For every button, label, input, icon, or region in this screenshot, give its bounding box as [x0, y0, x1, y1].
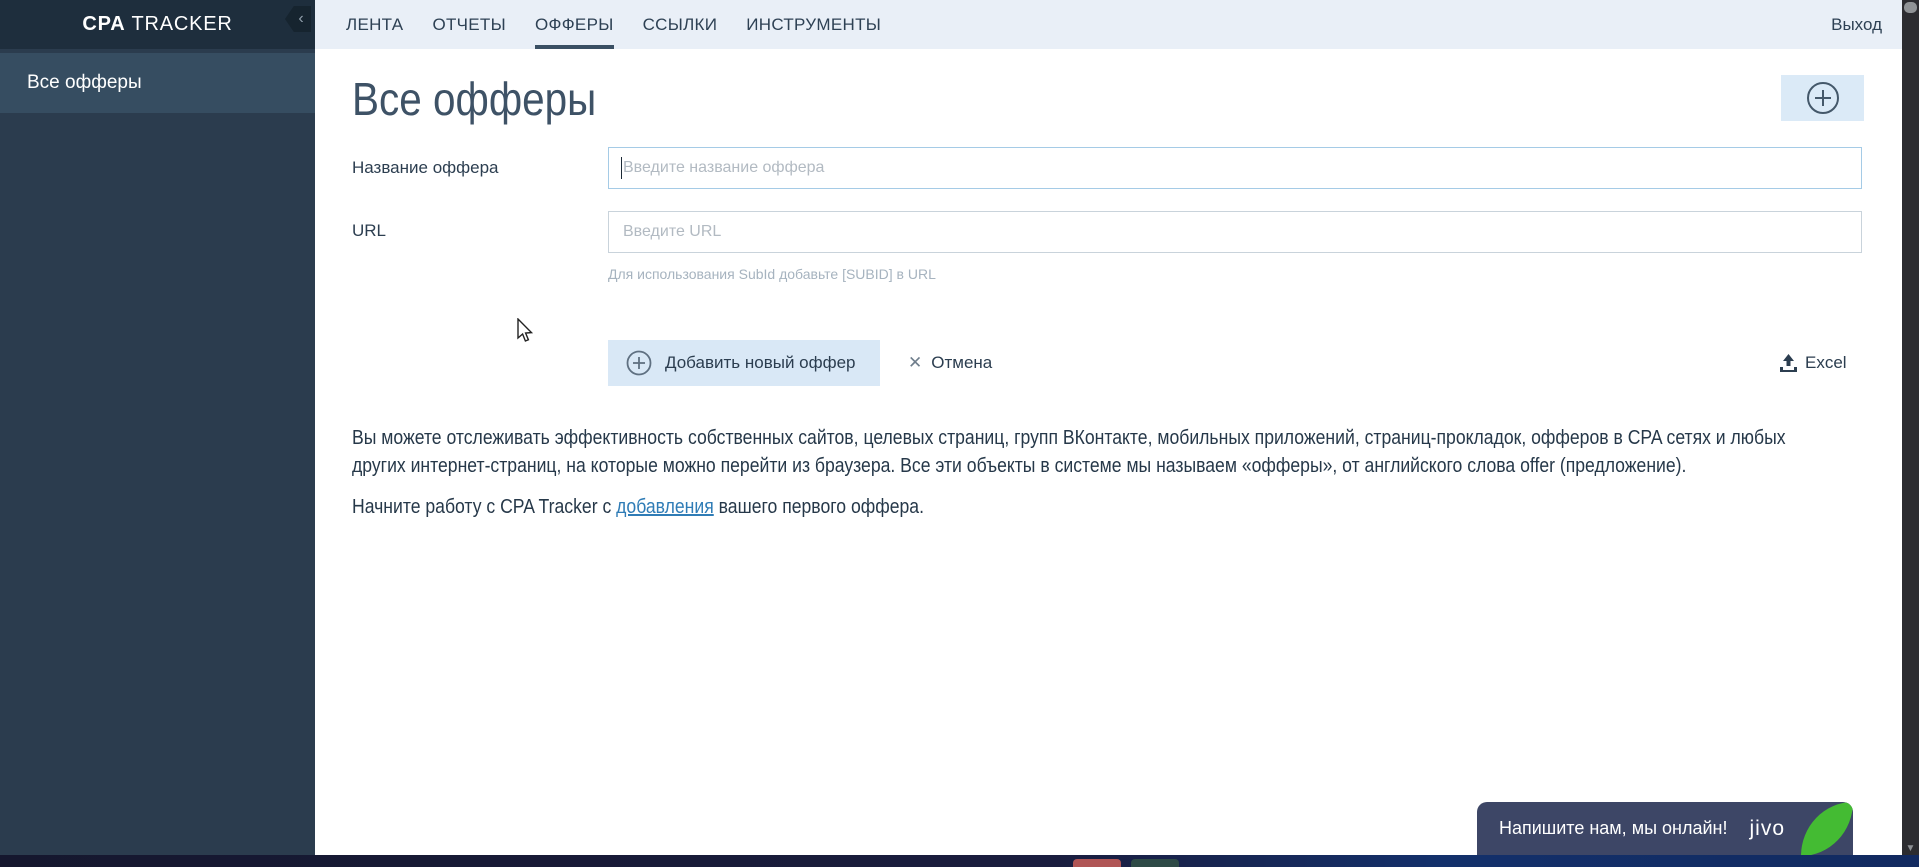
sidebar: CPA TRACKER ‹ Все офферы	[0, 0, 315, 855]
taskbar-app-icon	[1131, 859, 1179, 867]
p2-before: Начните работу с CPA Tracker с	[352, 496, 617, 518]
close-icon: ✕	[908, 353, 923, 372]
app-logo: CPA TRACKER	[82, 13, 232, 36]
upload-icon	[1780, 354, 1797, 372]
tab-lenta[interactable]: ЛЕНТА	[346, 0, 403, 49]
add-offer-submit-button[interactable]: Добавить новый оффер	[608, 340, 880, 386]
tab-instrumenty[interactable]: ИНСТРУМЕНТЫ	[746, 0, 881, 49]
url-input[interactable]	[608, 211, 1862, 253]
plus-circle-icon	[1806, 82, 1839, 114]
tab-offery[interactable]: ОФФЕРЫ	[534, 0, 614, 49]
scrollbar-thumb[interactable]	[1904, 2, 1917, 13]
tab-otchety[interactable]: ОТЧЕТЫ	[432, 0, 506, 49]
offer-name-label: Название оффера	[352, 158, 499, 177]
add-offer-top-button[interactable]	[1781, 75, 1864, 121]
chat-message: Напишите нам, мы онлайн!	[1499, 818, 1728, 838]
sidebar-item-all-offers[interactable]: Все офферы	[0, 53, 315, 113]
tab-ssylki[interactable]: ССЫЛКИ	[643, 0, 718, 49]
top-nav: ЛЕНТА ОТЧЕТЫ ОФФЕРЫ ССЫЛКИ ИНСТРУМЕНТЫ В…	[315, 0, 1902, 49]
offer-name-field-wrap	[608, 147, 1862, 189]
description-paragraph: Вы можете отслеживать эффективность собс…	[352, 427, 1786, 477]
subid-hint: Для использования SubId добавьте [SUBID]…	[608, 266, 936, 282]
sidebar-header: CPA TRACKER ‹	[0, 0, 315, 49]
mouse-cursor	[517, 318, 534, 342]
excel-export-button[interactable]: Excel	[1779, 340, 1847, 386]
jivo-logo: jivo	[1749, 816, 1785, 840]
text-caret	[621, 157, 622, 179]
chevron-left-icon: ‹	[298, 10, 304, 27]
url-label: URL	[352, 221, 387, 240]
scrollbar[interactable]: ▼	[1902, 0, 1919, 867]
excel-label: Excel	[1805, 353, 1847, 372]
taskbar-strip	[0, 855, 1919, 867]
taskbar-app-icon	[1073, 859, 1121, 867]
plus-circle-icon	[626, 350, 652, 376]
getting-started-paragraph: Начните работу с CPA Tracker с добавлени…	[352, 493, 1843, 521]
jivo-chat-widget[interactable]: Напишите нам, мы онлайн! jivo	[1477, 802, 1853, 855]
logo-rest: TRACKER	[125, 13, 233, 35]
cancel-label: Отмена	[931, 353, 993, 372]
page-title: Все офферы	[352, 73, 597, 125]
url-field-wrap	[608, 211, 1862, 253]
logout-button[interactable]: Выход	[1831, 0, 1882, 49]
scroll-down-arrow-icon[interactable]: ▼	[1904, 843, 1917, 855]
cancel-button[interactable]: ✕ Отмена	[908, 340, 992, 386]
offer-name-input[interactable]	[608, 147, 1862, 189]
jivo-leaf-icon	[1801, 802, 1853, 855]
logo-bold: CPA	[82, 13, 126, 35]
add-first-offer-link[interactable]: добавления	[616, 496, 714, 518]
sidebar-collapse-button[interactable]: ‹	[285, 6, 311, 32]
submit-label: Добавить новый оффер	[665, 353, 856, 372]
p2-after: вашего первого оффера.	[713, 496, 924, 518]
